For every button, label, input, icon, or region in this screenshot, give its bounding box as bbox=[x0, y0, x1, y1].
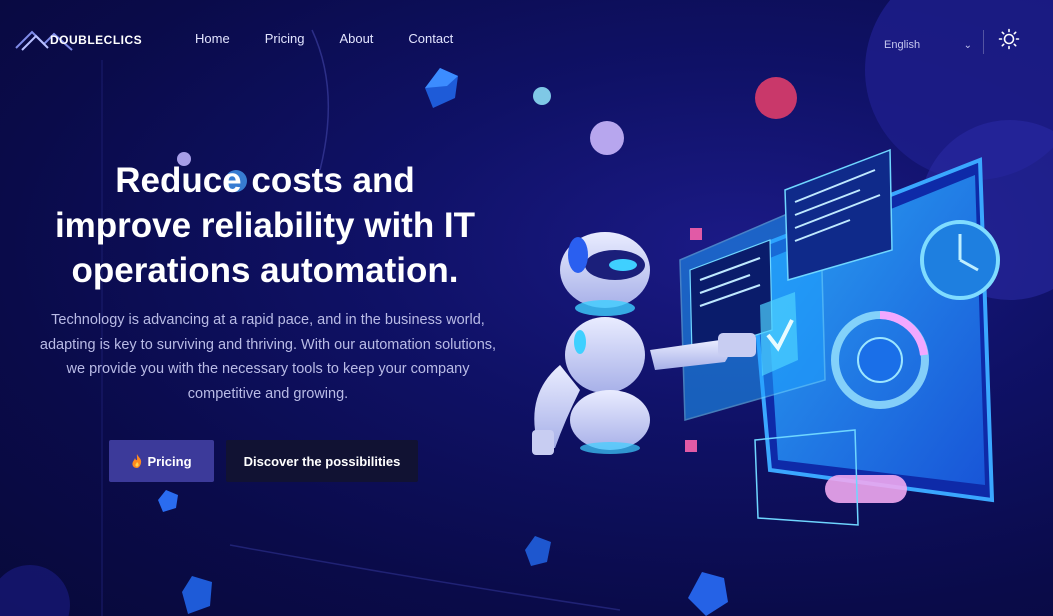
hero-title-line-2: improve reliability with IT bbox=[54, 206, 476, 245]
fire-icon bbox=[132, 454, 142, 468]
pricing-button-label: Pricing bbox=[147, 453, 192, 469]
brand-name: DOUBLECLICS bbox=[50, 33, 143, 47]
sun-icon[interactable] bbox=[998, 28, 1020, 50]
nav-link-home[interactable]: Home bbox=[195, 31, 230, 46]
nav-links: Home Pricing About Contact bbox=[195, 31, 488, 46]
discover-button-label: Discover the possibilities bbox=[243, 453, 401, 469]
nav-link-pricing[interactable]: Pricing bbox=[265, 31, 305, 46]
nav-link-contact[interactable]: Contact bbox=[408, 31, 453, 46]
nav-divider bbox=[983, 30, 984, 54]
discover-button[interactable]: Discover the possibilities bbox=[226, 440, 418, 482]
top-navigation: DOUBLECLICS Home Pricing About Contact E… bbox=[0, 0, 1053, 80]
chevron-down-icon: ⌄ bbox=[963, 39, 972, 51]
hero-description: Technology is advancing at a rapid pace,… bbox=[39, 312, 497, 402]
pricing-button[interactable]: Pricing bbox=[109, 440, 214, 482]
nav-link-about[interactable]: About bbox=[339, 31, 373, 46]
hero-title-line-1: Reduce costs and bbox=[115, 161, 415, 200]
robot-dashboard-illustration bbox=[532, 148, 1000, 526]
hero-title-line-3: operations automation. bbox=[71, 251, 459, 290]
language-select[interactable]: English ⌄ bbox=[878, 33, 978, 57]
language-selected: English bbox=[884, 39, 921, 51]
hero-title: Reduce costs and improve reliability wit… bbox=[30, 158, 500, 293]
